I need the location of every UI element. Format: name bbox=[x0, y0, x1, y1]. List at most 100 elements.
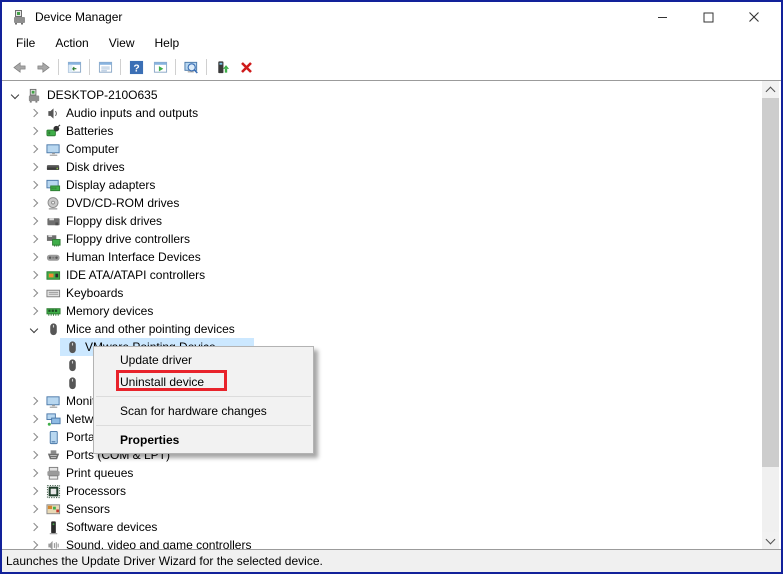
context-menu-item-update-driver[interactable]: Update driver bbox=[94, 349, 313, 371]
chevron-right-icon[interactable] bbox=[27, 142, 41, 156]
chevron-right-icon[interactable] bbox=[27, 232, 41, 246]
toolbar-separator bbox=[58, 59, 59, 75]
ide-icon bbox=[46, 268, 61, 283]
close-icon[interactable] bbox=[731, 2, 777, 32]
scroll-down-icon[interactable] bbox=[762, 532, 779, 549]
chevron-right-icon[interactable] bbox=[27, 250, 41, 264]
context-menu-item-properties[interactable]: Properties bbox=[94, 429, 313, 451]
hid-icon bbox=[46, 250, 61, 265]
chevron-right-icon[interactable] bbox=[27, 412, 41, 426]
chevron-right-icon bbox=[46, 376, 60, 390]
scrollbar-thumb[interactable] bbox=[762, 98, 779, 467]
chevron-right-icon bbox=[46, 340, 60, 354]
chevron-right-icon[interactable] bbox=[27, 214, 41, 228]
chevron-right-icon[interactable] bbox=[27, 286, 41, 300]
chevron-right-icon[interactable] bbox=[27, 538, 41, 549]
tree-item[interactable]: Display adapters bbox=[2, 176, 763, 194]
chevron-right-icon[interactable] bbox=[27, 124, 41, 138]
computer-root-icon bbox=[27, 88, 42, 103]
chevron-right-icon[interactable] bbox=[27, 502, 41, 516]
tree-item-label: Computer bbox=[66, 140, 119, 158]
tree-item-label: Software devices bbox=[66, 518, 157, 536]
console-tree-icon[interactable] bbox=[62, 56, 86, 79]
minimize-icon[interactable] bbox=[639, 2, 685, 32]
context-menu-item-scan-for-hardware-changes[interactable]: Scan for hardware changes bbox=[94, 400, 313, 422]
menu-view[interactable]: View bbox=[99, 32, 145, 54]
tree-item[interactable]: Floppy drive controllers bbox=[2, 230, 763, 248]
toolbar-separator bbox=[175, 59, 176, 75]
tree-item-label: Human Interface Devices bbox=[66, 248, 201, 266]
chevron-right-icon[interactable] bbox=[27, 106, 41, 120]
tree-item[interactable]: Human Interface Devices bbox=[2, 248, 763, 266]
chevron-right-icon[interactable] bbox=[27, 466, 41, 480]
chevron-right-icon[interactable] bbox=[27, 304, 41, 318]
tree-item[interactable]: Sound, video and game controllers bbox=[2, 536, 763, 549]
battery-icon bbox=[46, 124, 61, 139]
tree-item-label: Floppy drive controllers bbox=[66, 230, 190, 248]
device-tree: DESKTOP-210O635Audio inputs and outputsB… bbox=[2, 86, 763, 549]
printer-icon bbox=[46, 466, 61, 481]
chevron-down-icon[interactable] bbox=[27, 322, 41, 336]
tree-item[interactable]: Floppy disk drives bbox=[2, 212, 763, 230]
tree-item[interactable]: Batteries bbox=[2, 122, 763, 140]
toolbar-separator bbox=[89, 59, 90, 75]
tree-item[interactable]: IDE ATA/ATAPI controllers bbox=[2, 266, 763, 284]
chevron-right-icon[interactable] bbox=[27, 448, 41, 462]
window-props-icon[interactable] bbox=[93, 56, 117, 79]
action-pane-icon[interactable] bbox=[148, 56, 172, 79]
context-menu-separator bbox=[96, 396, 311, 397]
chevron-right-icon[interactable] bbox=[27, 178, 41, 192]
tree-item-label: IDE ATA/ATAPI controllers bbox=[66, 266, 205, 284]
tree-item-label: Audio inputs and outputs bbox=[66, 104, 198, 122]
ports-icon bbox=[46, 448, 61, 463]
tree-item[interactable]: Software devices bbox=[2, 518, 763, 536]
tree-item[interactable]: Keyboards bbox=[2, 284, 763, 302]
audio-icon bbox=[46, 106, 61, 121]
tree-item-label: Sensors bbox=[66, 500, 110, 518]
status-text: Launches the Update Driver Wizard for th… bbox=[6, 554, 323, 568]
dvd-icon bbox=[46, 196, 61, 211]
tree-item[interactable]: Mice and other pointing devices bbox=[2, 320, 763, 338]
chevron-right-icon[interactable] bbox=[27, 430, 41, 444]
chevron-down-icon[interactable] bbox=[8, 88, 22, 102]
chevron-right-icon[interactable] bbox=[27, 484, 41, 498]
menu-help[interactable]: Help bbox=[145, 32, 190, 54]
vertical-scrollbar[interactable] bbox=[762, 81, 779, 549]
tree-item[interactable]: Processors bbox=[2, 482, 763, 500]
help-icon[interactable]: ? bbox=[124, 56, 148, 79]
toolbar-separator bbox=[206, 59, 207, 75]
chevron-right-icon[interactable] bbox=[27, 196, 41, 210]
sound-icon bbox=[46, 538, 61, 550]
tree-item[interactable]: DESKTOP-210O635 bbox=[2, 86, 763, 104]
chevron-right-icon[interactable] bbox=[27, 394, 41, 408]
device-manager-icon bbox=[12, 9, 28, 25]
device-manager-window: Device Manager FileActionViewHelp ? DESK… bbox=[0, 0, 783, 574]
uninstall-icon[interactable] bbox=[234, 56, 258, 79]
tree-item[interactable]: Disk drives bbox=[2, 158, 763, 176]
menu-file[interactable]: File bbox=[6, 32, 45, 54]
tree-item[interactable]: Memory devices bbox=[2, 302, 763, 320]
scan-icon[interactable] bbox=[179, 56, 203, 79]
chevron-right-icon[interactable] bbox=[27, 268, 41, 282]
menu-action[interactable]: Action bbox=[45, 32, 98, 54]
scroll-up-icon[interactable] bbox=[762, 81, 779, 98]
forward-icon[interactable] bbox=[31, 56, 55, 79]
keyboard-icon bbox=[46, 286, 61, 301]
chevron-right-icon[interactable] bbox=[27, 520, 41, 534]
tree-item[interactable]: Audio inputs and outputs bbox=[2, 104, 763, 122]
chevron-right-icon bbox=[46, 358, 60, 372]
tree-item[interactable]: Sensors bbox=[2, 500, 763, 518]
tree-item[interactable]: Print queues bbox=[2, 464, 763, 482]
chevron-right-icon[interactable] bbox=[27, 160, 41, 174]
tree-item[interactable]: Computer bbox=[2, 140, 763, 158]
maximize-icon[interactable] bbox=[685, 2, 731, 32]
annotation-red-box bbox=[116, 370, 227, 391]
tree-item-label: Display adapters bbox=[66, 176, 155, 194]
tree-item-label: Sound, video and game controllers bbox=[66, 536, 251, 549]
tree-item[interactable]: DVD/CD-ROM drives bbox=[2, 194, 763, 212]
back-icon[interactable] bbox=[7, 56, 31, 79]
tree-item-label: Processors bbox=[66, 482, 126, 500]
update-driver-icon[interactable] bbox=[210, 56, 234, 79]
processor-icon bbox=[46, 484, 61, 499]
device-tree-panel: DESKTOP-210O635Audio inputs and outputsB… bbox=[2, 81, 781, 549]
